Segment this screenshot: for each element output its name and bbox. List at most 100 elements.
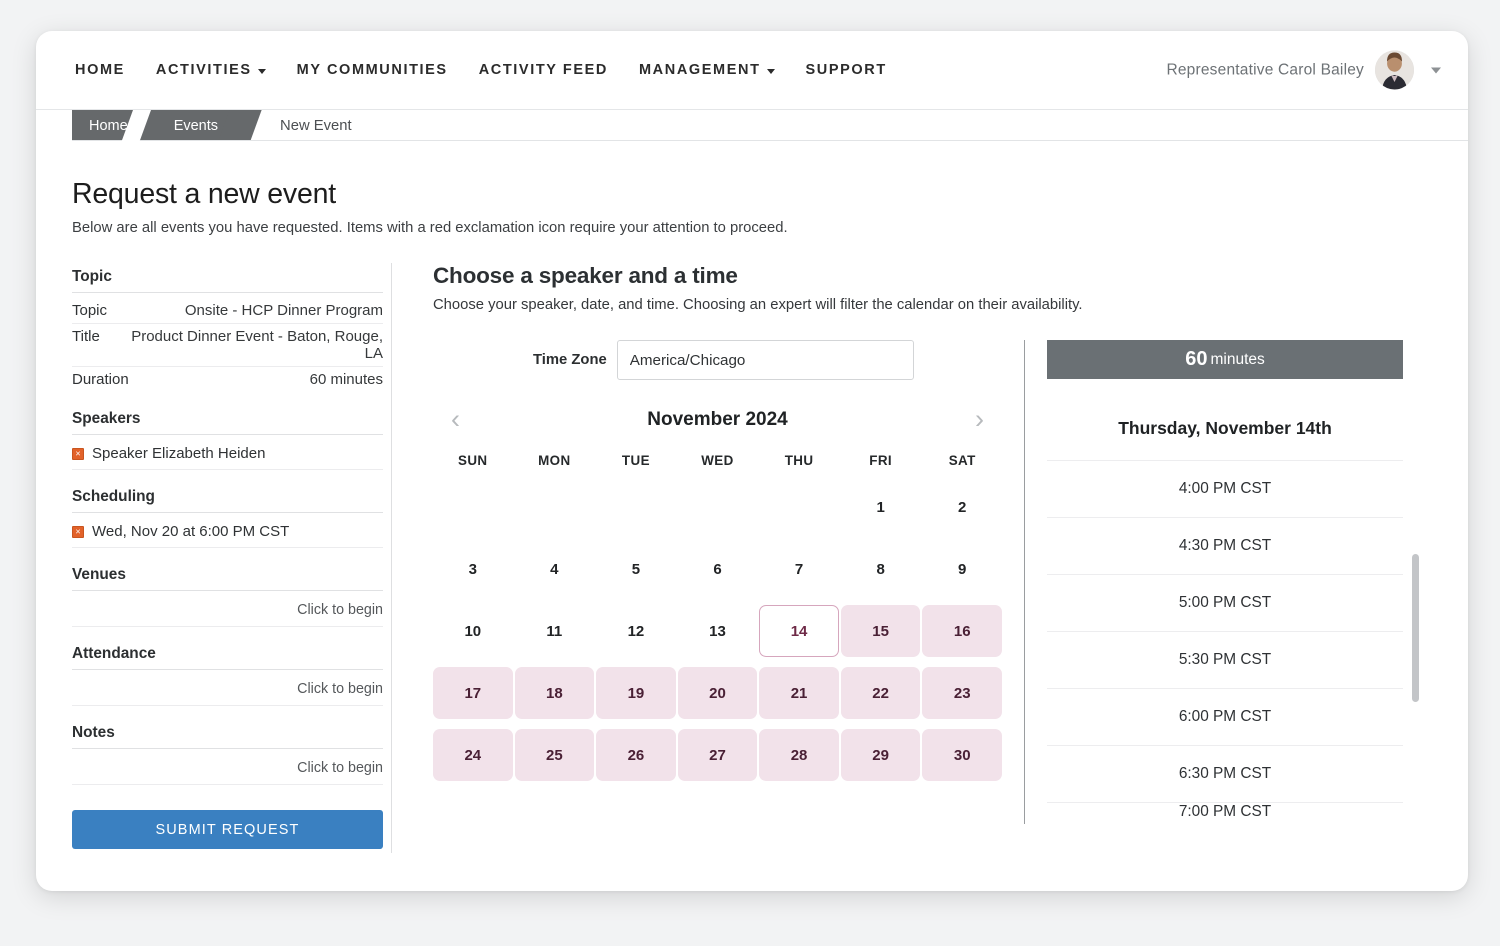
breadcrumb-events-label: Events — [174, 118, 218, 134]
avatar[interactable] — [1375, 51, 1414, 90]
nav-item-activity-feed[interactable]: ACTIVITY FEED — [479, 62, 608, 78]
calendar-day-23[interactable]: 23 — [922, 667, 1002, 719]
nav-item-support[interactable]: SUPPORT — [806, 62, 887, 78]
nav-item-my-communities[interactable]: MY COMMUNITIES — [297, 62, 448, 78]
calendar-day-21[interactable]: 21 — [759, 667, 839, 719]
summary-notes-action[interactable]: Click to begin — [72, 754, 383, 785]
user-name: Representative Carol Bailey — [1166, 61, 1364, 79]
top-navigation: HOME ACTIVITIES MY COMMUNITIES ACTIVITY FEE… — [36, 31, 1468, 110]
summary-row-value: Onsite - HCP Dinner Program — [185, 302, 383, 319]
selected-date-label: Thursday, November 14th — [1047, 418, 1403, 439]
prev-month-icon[interactable]: ‹ — [451, 406, 460, 433]
calendar-day-22[interactable]: 22 — [841, 667, 921, 719]
page-header: Request a new event Below are all events… — [36, 141, 1468, 236]
time-slot[interactable]: 7:00 PM CST — [1047, 802, 1403, 824]
calendar-navigation: ‹ November 2024 › — [433, 406, 1002, 433]
calendar-day-12: 12 — [596, 605, 676, 657]
nav-items: HOME ACTIVITIES MY COMMUNITIES ACTIVITY FEE… — [75, 62, 887, 78]
calendar-day-15[interactable]: 15 — [841, 605, 921, 657]
calendar-day-18[interactable]: 18 — [515, 667, 595, 719]
nav-item-label: MY COMMUNITIES — [297, 62, 448, 78]
time-slot[interactable]: 6:30 PM CST — [1047, 745, 1403, 802]
nav-item-label: HOME — [75, 62, 125, 78]
nav-item-management[interactable]: MANAGEMENT — [639, 62, 775, 78]
calendar-day-24[interactable]: 24 — [433, 729, 513, 781]
calendar-day-13: 13 — [678, 605, 758, 657]
calendar-day-4: 4 — [515, 543, 595, 595]
summary-scheduling-value: Wed, Nov 20 at 6:00 PM CST — [92, 523, 289, 540]
duration-unit: minutes — [1210, 351, 1264, 369]
time-slot[interactable]: 5:30 PM CST — [1047, 631, 1403, 688]
chevron-down-icon — [258, 69, 266, 74]
calendar-day-29[interactable]: 29 — [841, 729, 921, 781]
chevron-down-icon[interactable] — [1431, 67, 1441, 73]
summary-speaker-row[interactable]: Speaker Elizabeth Heiden — [72, 440, 383, 470]
breadcrumb-underline — [72, 140, 1468, 141]
page-title: Request a new event — [72, 178, 1468, 211]
calendar-day-14[interactable]: 14 — [759, 605, 839, 657]
calendar-day-26[interactable]: 26 — [596, 729, 676, 781]
scheduler-title: Choose a speaker and a time — [433, 263, 1468, 289]
time-slot[interactable]: 4:30 PM CST — [1047, 517, 1403, 574]
spacer — [72, 548, 383, 566]
summary-topic-heading: Topic — [72, 268, 383, 293]
calendar-dow-fri: FRI — [841, 453, 921, 471]
scheduler-subtitle: Choose your speaker, date, and time. Cho… — [433, 297, 1468, 313]
summary-row-value: 60 minutes — [310, 371, 383, 388]
calendar-dow-sun: SUN — [433, 453, 513, 471]
next-month-icon[interactable]: › — [975, 406, 984, 433]
time-slot[interactable]: 4:00 PM CST — [1047, 460, 1403, 517]
nav-item-label: SUPPORT — [806, 62, 887, 78]
nav-item-activities[interactable]: ACTIVITIES — [156, 62, 266, 78]
time-slot-scrollbar[interactable] — [1412, 554, 1419, 702]
calendar-day-17[interactable]: 17 — [433, 667, 513, 719]
calendar-dow-sat: SAT — [922, 453, 1002, 471]
calendar-dow-thu: THU — [759, 453, 839, 471]
timezone-label: Time Zone — [533, 352, 607, 368]
calendar-day-20[interactable]: 20 — [678, 667, 758, 719]
breadcrumb-current-label: New Event — [280, 118, 352, 134]
nav-item-label: MANAGEMENT — [639, 62, 761, 78]
calendar-day-27[interactable]: 27 — [678, 729, 758, 781]
duration-banner: 60 minutes — [1047, 340, 1403, 379]
summary-attendance-action[interactable]: Click to begin — [72, 675, 383, 706]
chevron-down-icon — [767, 69, 775, 74]
submit-request-button[interactable]: SUBMIT REQUEST — [72, 810, 383, 849]
breadcrumb-item-events[interactable]: Events — [150, 110, 240, 141]
summary-attendance-heading: Attendance — [72, 645, 383, 670]
calendar-day-25[interactable]: 25 — [515, 729, 595, 781]
breadcrumb-strip: Home Events — [72, 110, 240, 141]
nav-item-label: ACTIVITIES — [156, 62, 252, 78]
calendar-day-11: 11 — [515, 605, 595, 657]
summary-speakers-heading: Speakers — [72, 410, 383, 435]
time-slot[interactable]: 6:00 PM CST — [1047, 688, 1403, 745]
calendar-day-19[interactable]: 19 — [596, 667, 676, 719]
summary-row-label: Title — [72, 328, 100, 345]
summary-row-label: Duration — [72, 371, 129, 388]
summary-row: Duration 60 minutes — [72, 367, 383, 392]
nav-item-home[interactable]: HOME — [75, 62, 125, 78]
summary-scheduling-row[interactable]: Wed, Nov 20 at 6:00 PM CST — [72, 518, 383, 548]
calendar-day-6: 6 — [678, 543, 758, 595]
calendar-day-30[interactable]: 30 — [922, 729, 1002, 781]
calendar-dow-mon: MON — [515, 453, 595, 471]
summary-scheduling-heading: Scheduling — [72, 488, 383, 513]
time-slot[interactable]: 5:00 PM CST — [1047, 574, 1403, 631]
summary-speaker-value: Speaker Elizabeth Heiden — [92, 445, 265, 462]
calendar-column: Time Zone ‹ November 2024 › SUNMONTUEWED… — [433, 340, 1025, 824]
summary-row-label: Topic — [72, 302, 107, 319]
scheduler-panel: Choose a speaker and a time Choose your … — [392, 263, 1468, 853]
page-subtitle: Below are all events you have requested.… — [72, 220, 1468, 236]
calendar-day-16[interactable]: 16 — [922, 605, 1002, 657]
summary-rows: Topic Onsite - HCP Dinner Program Title Pro… — [72, 298, 383, 392]
spacer — [72, 470, 383, 488]
calendar-day-3: 3 — [433, 543, 513, 595]
calendar-month-label: November 2024 — [647, 409, 787, 431]
breadcrumb-item-home[interactable]: Home — [72, 110, 150, 141]
summary-venues-action[interactable]: Click to begin — [72, 596, 383, 627]
calendar-day-28[interactable]: 28 — [759, 729, 839, 781]
breadcrumb: Home Events New Event — [36, 110, 1468, 141]
user-menu[interactable]: Representative Carol Bailey — [1166, 51, 1441, 90]
summary-row-value: Product Dinner Event - Baton, Rouge, LA — [110, 328, 383, 362]
timezone-input[interactable] — [617, 340, 914, 380]
